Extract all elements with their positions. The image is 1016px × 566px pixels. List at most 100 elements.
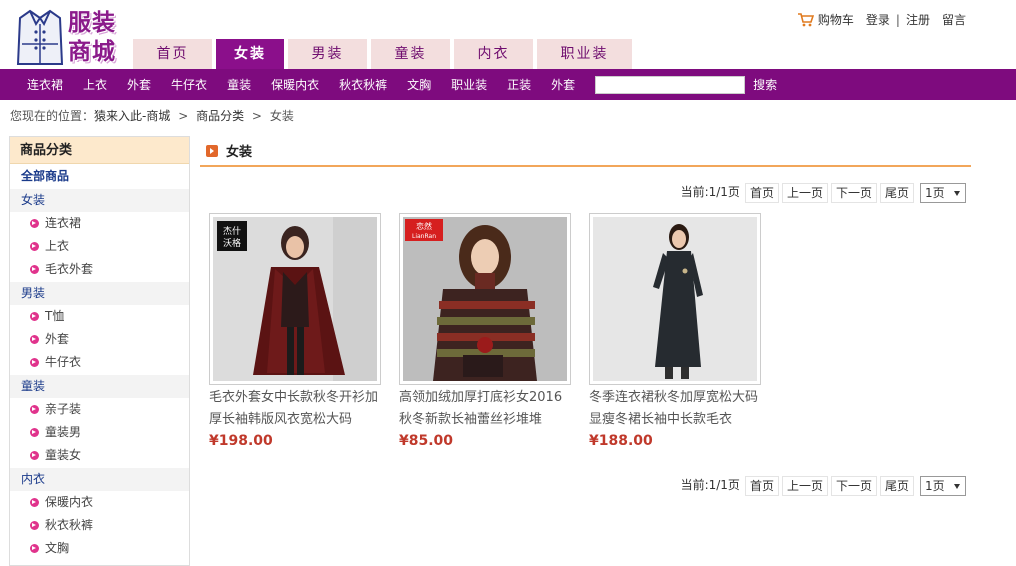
- register-link[interactable]: 注册: [906, 11, 930, 28]
- search-input[interactable]: [595, 75, 746, 94]
- chevron-down-icon: [954, 191, 960, 196]
- product-image: 杰什 沃格: [213, 217, 377, 381]
- product-name[interactable]: 毛衣外套女中长款秋冬开衫加厚长袖韩版风衣宽松大码: [209, 387, 381, 431]
- sidebar-item-tshirt[interactable]: T恤: [10, 305, 189, 328]
- sidebar-item-thermal[interactable]: 保暖内衣: [10, 491, 189, 514]
- breadcrumb-separator: >: [251, 109, 262, 123]
- nav-item-long-johns[interactable]: 秋衣秋裤: [339, 76, 387, 93]
- nav-item-thermal[interactable]: 保暖内衣: [271, 76, 319, 93]
- first-page-button[interactable]: 首页: [744, 476, 779, 496]
- page-select[interactable]: 1页: [920, 476, 966, 496]
- nav-item-coat[interactable]: 外套: [127, 76, 151, 93]
- breadcrumb-home[interactable]: 猿来入此-商城: [94, 109, 170, 123]
- next-page-button[interactable]: 下一页: [830, 183, 877, 203]
- breadcrumb-category[interactable]: 商品分类: [196, 109, 244, 123]
- nav-item-outerwear[interactable]: 外套: [551, 76, 575, 93]
- svg-text:杰什: 杰什: [223, 225, 241, 237]
- sidebar-item-long-johns[interactable]: 秋衣秋裤: [10, 514, 189, 537]
- product-name[interactable]: 冬季连衣裙秋冬加厚宽松大码显瘦冬裙长袖中长款毛衣: [589, 387, 761, 431]
- sidebar-item-denim[interactable]: 牛仔衣: [10, 351, 189, 374]
- nav-item-kids[interactable]: 童装: [227, 76, 251, 93]
- page-status: 当前:1/1页: [678, 183, 742, 203]
- pagination-bottom: 当前:1/1页 首页 上一页 下一页 尾页 1页: [678, 476, 966, 496]
- bullet-arrow-icon: [30, 335, 39, 344]
- bullet-arrow-icon: [30, 451, 39, 460]
- sidebar-category-underwear[interactable]: 内衣: [10, 468, 189, 491]
- main-tabs: 首页 女装 男装 童装 内衣 职业装: [133, 39, 636, 69]
- prev-page-button[interactable]: 上一页: [781, 183, 828, 203]
- search-button[interactable]: 搜索: [753, 76, 777, 93]
- sidebar-item-label: 亲子装: [45, 402, 82, 416]
- sidebar-category-women[interactable]: 女装: [10, 189, 189, 212]
- sidebar-category-men[interactable]: 男装: [10, 282, 189, 305]
- tab-home[interactable]: 首页: [133, 39, 212, 69]
- top-links-separator: |: [895, 12, 900, 27]
- logo-text: 服装 商城: [68, 8, 120, 66]
- tab-women[interactable]: 女装: [216, 39, 284, 69]
- last-page-button[interactable]: 尾页: [879, 183, 914, 203]
- product-image-frame[interactable]: 杰什 沃格: [209, 213, 381, 385]
- sidebar-item-girls[interactable]: 童装女: [10, 444, 189, 467]
- product-price: ¥85.00: [399, 433, 454, 449]
- nav-item-formal[interactable]: 正装: [507, 76, 531, 93]
- sidebar-item-family[interactable]: 亲子装: [10, 398, 189, 421]
- tab-workwear[interactable]: 职业装: [537, 39, 632, 69]
- site-logo[interactable]: 服装 商城: [16, 8, 120, 68]
- svg-text:恋然: 恋然: [416, 221, 432, 231]
- product-card[interactable]: 冬季连衣裙秋冬加厚宽松大码显瘦冬裙长袖中长款毛衣 ¥188.00: [589, 213, 761, 449]
- page-select-value: 1页: [925, 186, 945, 200]
- tab-kids[interactable]: 童装: [371, 39, 450, 69]
- product-image-frame[interactable]: 恋然 LianRan: [399, 213, 571, 385]
- sidebar-item-label: 连衣裙: [45, 216, 82, 230]
- nav-item-denim[interactable]: 牛仔衣: [171, 76, 207, 93]
- next-page-button[interactable]: 下一页: [830, 476, 877, 496]
- cart-link[interactable]: 购物车: [818, 11, 854, 28]
- page-select[interactable]: 1页: [920, 183, 966, 203]
- sidebar-item-tops[interactable]: 上衣: [10, 235, 189, 258]
- product-name[interactable]: 高领加绒加厚打底衫女2016秋冬新款长袖蕾丝衫堆堆: [399, 387, 571, 431]
- sidebar-item-label: T恤: [45, 309, 65, 323]
- nav-item-bra[interactable]: 文胸: [407, 76, 431, 93]
- arrow-bullet-icon: [206, 144, 218, 157]
- product-card[interactable]: 恋然 LianRan 高领加绒加厚打底衫女2016秋冬新款长袖蕾丝衫堆堆 ¥85…: [399, 213, 571, 449]
- svg-text:沃格: 沃格: [223, 237, 241, 249]
- page-select-value: 1页: [925, 479, 945, 493]
- sidebar-all-products[interactable]: 全部商品: [10, 165, 189, 188]
- tab-underwear[interactable]: 内衣: [454, 39, 533, 69]
- page-status: 当前:1/1页: [678, 476, 742, 496]
- product-image: [593, 217, 757, 381]
- first-page-button[interactable]: 首页: [744, 183, 779, 203]
- sidebar-item-label: 保暖内衣: [45, 495, 94, 509]
- coat-logo-icon: [16, 9, 64, 65]
- breadcrumb: 您现在的位置：猿来入此-商城 > 商品分类 > 女装: [0, 100, 1016, 133]
- product-card[interactable]: 杰什 沃格 毛衣外套女中长款秋冬开衫加厚长袖韩版风衣宽松大码 ¥198.00: [209, 213, 381, 449]
- sidebar-item-dress[interactable]: 连衣裙: [10, 212, 189, 235]
- login-link[interactable]: 登录: [866, 11, 890, 28]
- main-content: 女装 当前:1/1页 首页 上一页 下一页 尾页 1页 杰什 沃格 毛衣外套女中…: [200, 136, 971, 496]
- section-title: 女装: [226, 145, 253, 160]
- sidebar-item-boys[interactable]: 童装男: [10, 421, 189, 444]
- logo-line-1: 服装: [68, 9, 116, 36]
- breadcrumb-current: 女装: [269, 109, 294, 123]
- logo-line-2: 商城: [68, 38, 116, 65]
- sidebar-item-label: 秋衣秋裤: [45, 518, 94, 532]
- nav-item-tops[interactable]: 上衣: [83, 76, 107, 93]
- product-grid: 杰什 沃格 毛衣外套女中长款秋冬开衫加厚长袖韩版风衣宽松大码 ¥198.00 恋…: [209, 213, 761, 449]
- product-image-frame[interactable]: [589, 213, 761, 385]
- sidebar-item-coat[interactable]: 外套: [10, 328, 189, 351]
- nav-item-workwear[interactable]: 职业装: [451, 76, 487, 93]
- sidebar-title: 商品分类: [10, 137, 189, 164]
- tab-men[interactable]: 男装: [288, 39, 367, 69]
- breadcrumb-prefix: 您现在的位置：: [10, 109, 95, 123]
- sidebar-item-bra[interactable]: 文胸: [10, 537, 189, 560]
- message-link[interactable]: 留言: [942, 11, 966, 28]
- last-page-button[interactable]: 尾页: [879, 476, 914, 496]
- bullet-arrow-icon: [30, 265, 39, 274]
- nav-item-dress[interactable]: 连衣裙: [27, 76, 63, 93]
- sidebar-category-kids[interactable]: 童装: [10, 375, 189, 398]
- sidebar-item-sweater-coat[interactable]: 毛衣外套: [10, 258, 189, 281]
- prev-page-button[interactable]: 上一页: [781, 476, 828, 496]
- bullet-arrow-icon: [30, 521, 39, 530]
- bullet-arrow-icon: [30, 242, 39, 251]
- sidebar-item-label: 毛衣外套: [45, 262, 94, 276]
